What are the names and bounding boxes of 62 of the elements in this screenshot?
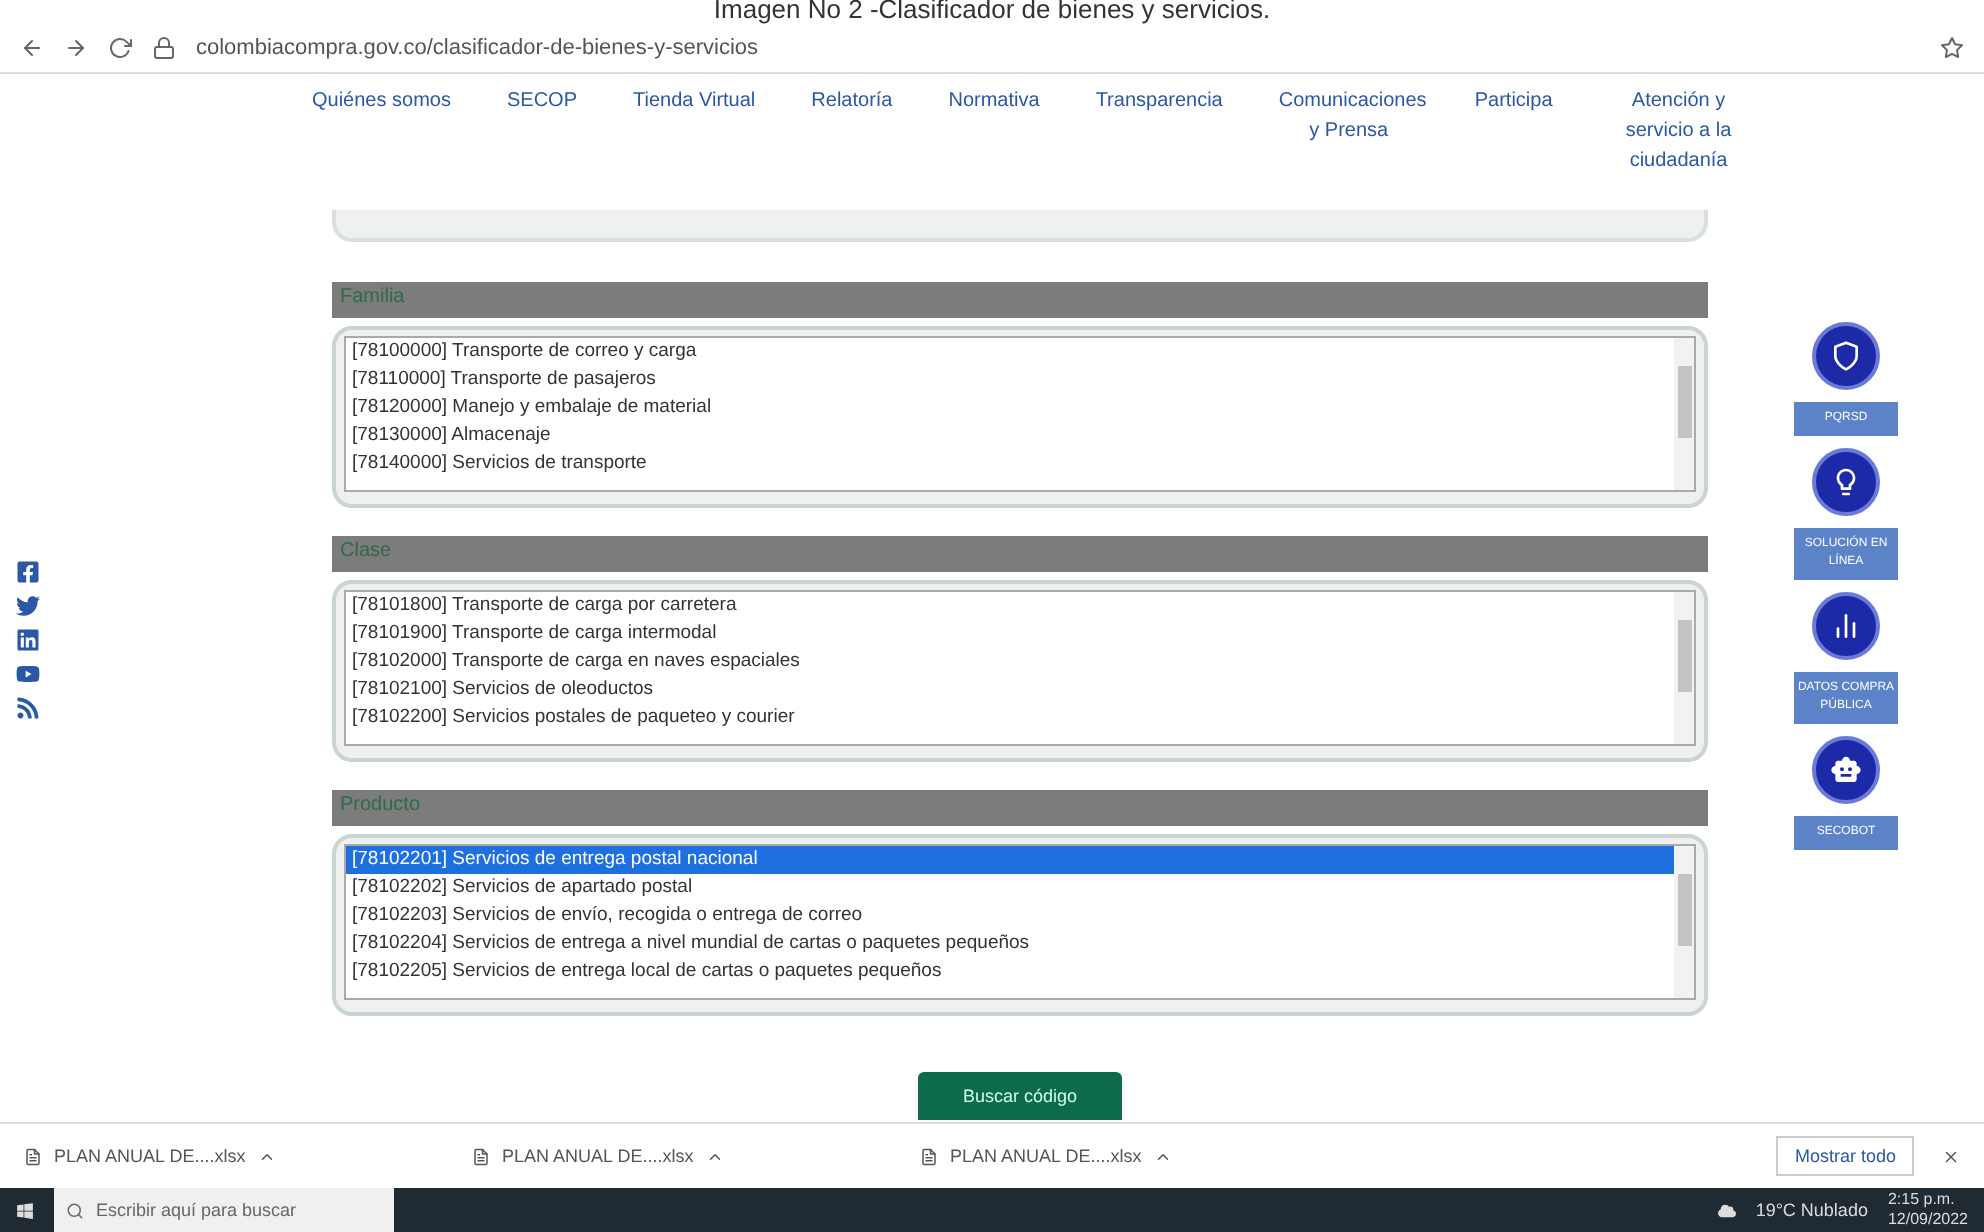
twitter-icon[interactable] bbox=[16, 594, 40, 618]
list-option[interactable]: [78102202] Servicios de apartado postal bbox=[346, 874, 1674, 902]
nav-link[interactable]: Normativa bbox=[948, 86, 1040, 210]
list-box[interactable]: [78100000] Transporte de correo y carga [78110000] Transporte de pasajeros [78120000] Manejo y embalaje de material [78130000] Almacenaje [78140000] Servicios de transporte bbox=[344, 336, 1696, 492]
list-option[interactable]: [78100000] Transporte de correo y carga bbox=[346, 338, 1674, 366]
list-option[interactable]: [78102201] Servicios de entrega postal nacional bbox=[346, 846, 1674, 874]
nav-link[interactable]: Transparencia bbox=[1095, 86, 1223, 210]
bar-chart-icon[interactable] bbox=[1812, 592, 1880, 660]
nav-link[interactable]: SECOP bbox=[506, 86, 577, 210]
list-box[interactable] bbox=[344, 590, 1696, 746]
show-all-button[interactable]: Mostrar todo bbox=[1776, 1136, 1914, 1176]
download-item[interactable]: PLAN ANUAL DE....xlsx bbox=[502, 1146, 694, 1166]
nav-link[interactable]: Participa bbox=[1474, 86, 1553, 210]
search-field[interactable]: Escribir aquí para buscar bbox=[54, 1188, 394, 1232]
clock[interactable]: 2:15 p.m. 12/09/2022 bbox=[1887, 1190, 1968, 1230]
lock-icon bbox=[152, 36, 176, 60]
nav-link[interactable]: Relatoría bbox=[811, 86, 893, 210]
scrollbar[interactable] bbox=[1674, 592, 1694, 744]
list-option[interactable]: [78102203] Servicios de envío, recogida o entrega de correo bbox=[346, 902, 1674, 930]
nav-link[interactable]: Tienda Virtual bbox=[633, 86, 756, 210]
scrollbar[interactable] bbox=[1674, 338, 1694, 490]
search-button[interactable]: Buscar código bbox=[918, 1072, 1122, 1120]
file-icon bbox=[920, 1147, 938, 1165]
nav-link[interactable]: Atención y servicio a la ciudadanía bbox=[1608, 86, 1749, 210]
list-option[interactable]: [78110000] Transporte de pasajeros bbox=[346, 366, 1674, 394]
back-icon[interactable] bbox=[20, 36, 44, 60]
list-option[interactable]: [78140000] Servicios de transporte bbox=[346, 450, 1674, 478]
list-option[interactable]: [78120000] Manejo y embalaje de material bbox=[346, 394, 1674, 422]
list-option[interactable]: [78101900] Transporte de carga intermodal bbox=[346, 620, 1674, 648]
reload-icon[interactable] bbox=[108, 36, 132, 60]
section-header: Producto bbox=[332, 790, 1708, 826]
list-option[interactable]: [78102200] Servicios postales de paqueteo y courier bbox=[346, 704, 1674, 732]
lightbulb-icon[interactable] bbox=[1812, 448, 1880, 516]
close-icon[interactable] bbox=[1942, 1147, 1960, 1165]
forward-icon[interactable] bbox=[64, 36, 88, 60]
list-option[interactable]: [78101800] Transporte de carga por carretera bbox=[346, 592, 1674, 620]
file-icon bbox=[24, 1147, 42, 1165]
list-option[interactable]: [78102100] Servicios de oleoductos bbox=[346, 676, 1674, 704]
nav-link[interactable]: Quiénes somos bbox=[312, 86, 451, 210]
list-option[interactable]: [78102204] Servicios de entrega a nivel mundial de cartas o paquetes pequeños bbox=[346, 930, 1674, 958]
robot-icon[interactable] bbox=[1812, 736, 1880, 804]
rss-icon[interactable] bbox=[16, 696, 40, 720]
scrollbar[interactable] bbox=[1674, 846, 1694, 998]
list-option[interactable]: [78130000] Almacenaje bbox=[346, 422, 1674, 450]
weather-text: 19°C Nublado bbox=[1755, 1200, 1868, 1220]
section-header: Familia bbox=[332, 282, 1708, 318]
download-item[interactable]: PLAN ANUAL DE....xlsx bbox=[54, 1146, 246, 1166]
windows-icon[interactable] bbox=[16, 1201, 34, 1219]
search-icon bbox=[66, 1201, 84, 1219]
list-box[interactable] bbox=[344, 844, 1696, 1000]
star-icon[interactable] bbox=[1940, 36, 1964, 60]
cloud-icon bbox=[1717, 1201, 1736, 1219]
file-icon bbox=[472, 1147, 490, 1165]
list-option[interactable]: [78102205] Servicios de entrega local de cartas o paquetes pequeños bbox=[346, 958, 1674, 986]
address-bar[interactable]: colombiacompra.gov.co/clasificador-de-bienes-y-servicios bbox=[196, 36, 1920, 60]
linkedin-icon[interactable] bbox=[16, 628, 40, 652]
facebook-icon[interactable] bbox=[16, 560, 40, 584]
download-item[interactable]: PLAN ANUAL DE....xlsx bbox=[950, 1146, 1142, 1166]
list-option[interactable]: [78102000] Transporte de carga en naves espaciales bbox=[346, 648, 1674, 676]
youtube-icon[interactable] bbox=[16, 662, 40, 686]
shield-icon[interactable] bbox=[1812, 322, 1880, 390]
section-header: Clase bbox=[332, 536, 1708, 572]
